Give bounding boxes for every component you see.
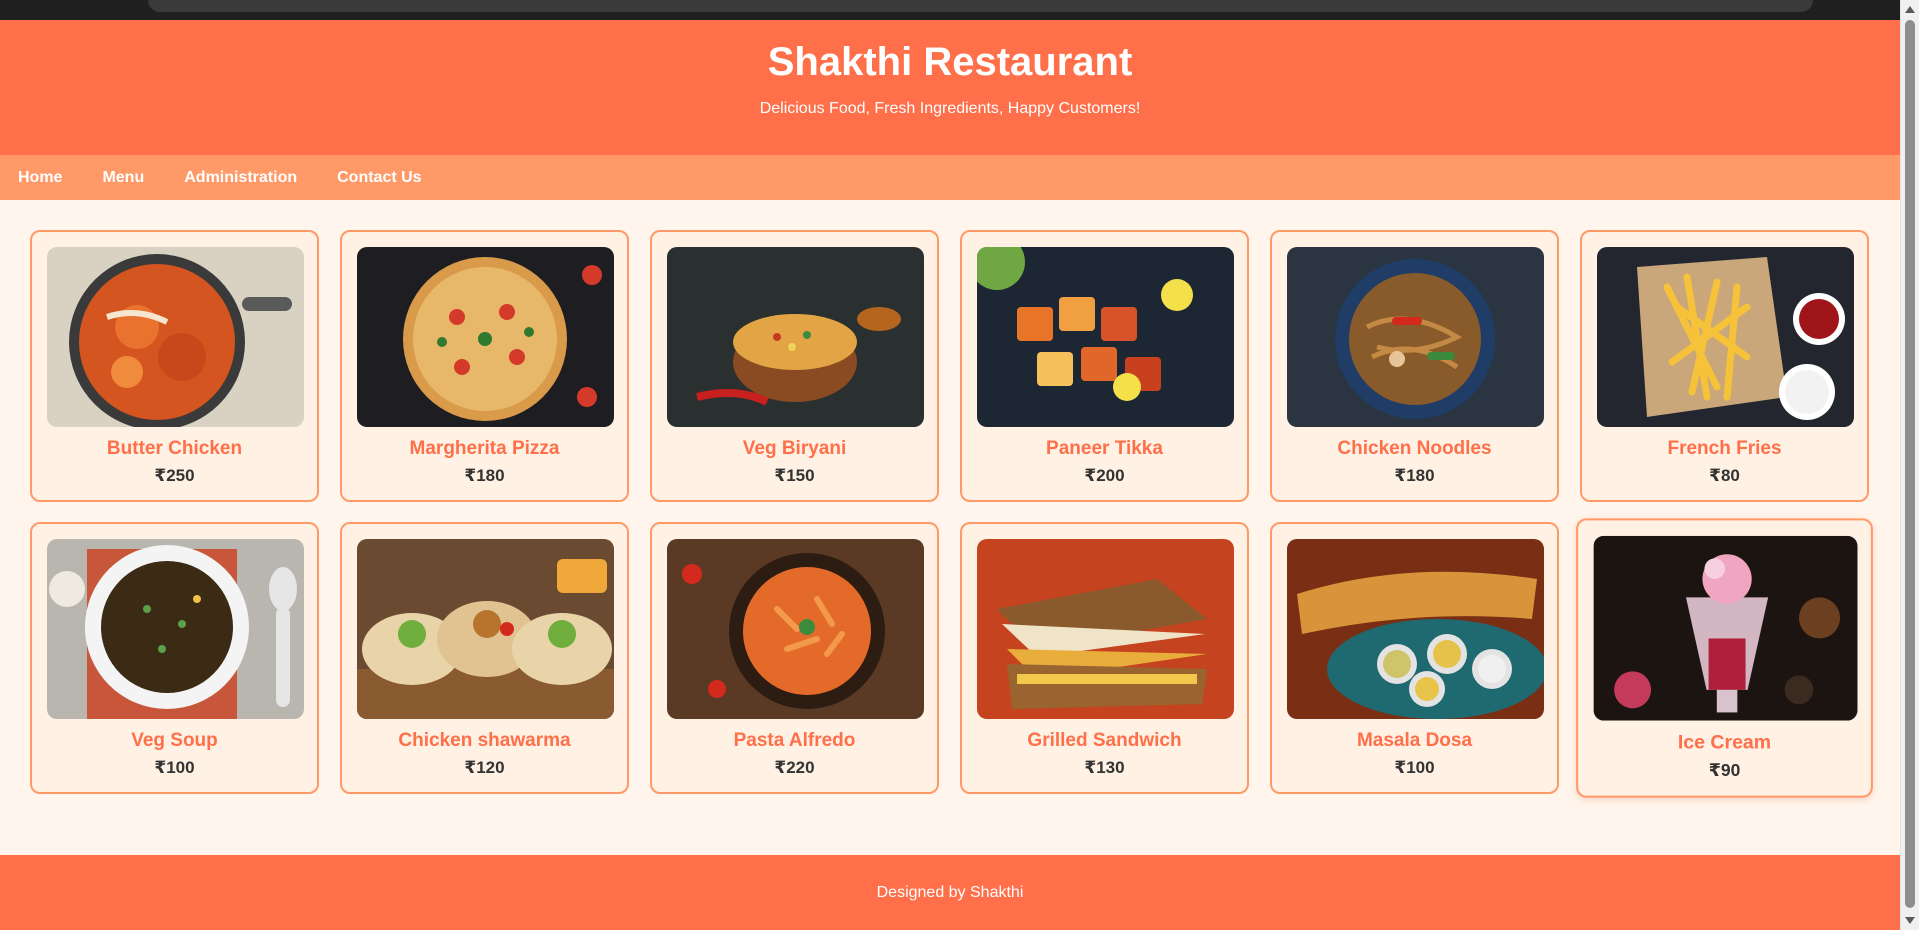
main-nav: Home Menu Administration Contact Us [0, 155, 1900, 200]
item-price: ₹180 [464, 466, 505, 485]
item-name: Masala Dosa [1356, 730, 1473, 751]
item-name: Veg Soup [131, 730, 218, 751]
menu-card-butter-chicken[interactable]: Butter Chicken ₹250 [30, 230, 319, 502]
pasta-alfredo-image [667, 539, 924, 719]
menu-card-masala-dosa[interactable]: Masala Dosa ₹100 [1270, 522, 1559, 794]
site-title: Shakthi Restaurant [767, 40, 1133, 84]
veg-biryani-image [667, 247, 924, 427]
menu-card-ice-cream[interactable]: Ice Cream ₹90 [1576, 518, 1873, 798]
site-footer: Designed by Shakthi [0, 855, 1900, 930]
margherita-pizza-image [357, 247, 614, 427]
butter-chicken-image [47, 247, 304, 427]
item-price: ₹220 [774, 758, 815, 777]
site-subtitle: Delicious Food, Fresh Ingredients, Happy… [759, 100, 1141, 117]
item-price: ₹130 [1084, 758, 1125, 777]
item-price: ₹90 [1708, 760, 1741, 781]
page: Shakthi Restaurant Delicious Food, Fresh… [0, 20, 1900, 930]
item-name: Paneer Tikka [1046, 438, 1163, 459]
chicken-noodles-image [1287, 247, 1544, 427]
menu-card-margherita-pizza[interactable]: Margherita Pizza ₹180 [340, 230, 629, 502]
french-fries-image [1597, 247, 1854, 427]
veg-soup-image [47, 539, 304, 719]
nav-link-home[interactable]: Home [18, 169, 62, 187]
masala-dosa-image [1287, 539, 1544, 719]
menu-card-chicken-noodles[interactable]: Chicken Noodles ₹180 [1270, 230, 1559, 502]
item-name: Ice Cream [1677, 731, 1772, 754]
menu-card-pasta-alfredo[interactable]: Pasta Alfredo ₹220 [650, 522, 939, 794]
grilled-sandwich-image [977, 539, 1234, 719]
menu-card-veg-biryani[interactable]: Veg Biryani ₹150 [650, 230, 939, 502]
scrollbar-thumb[interactable] [1905, 20, 1915, 908]
paneer-tikka-image [977, 247, 1234, 427]
item-price: ₹200 [1084, 466, 1125, 485]
scroll-down-arrow-icon[interactable] [1905, 917, 1915, 924]
item-name: Pasta Alfredo [733, 730, 856, 751]
chicken-shawarma-image [357, 539, 614, 719]
item-price: ₹100 [154, 758, 195, 777]
browser-toolbar [0, 0, 1900, 20]
menu-card-veg-soup[interactable]: Veg Soup ₹100 [30, 522, 319, 794]
item-name: Veg Biryani [742, 438, 847, 459]
item-price: ₹100 [1394, 758, 1435, 777]
scroll-up-arrow-icon[interactable] [1905, 6, 1915, 13]
menu-card-grilled-sandwich[interactable]: Grilled Sandwich ₹130 [960, 522, 1249, 794]
item-name: Grilled Sandwich [1027, 730, 1182, 751]
item-name: French Fries [1667, 438, 1782, 459]
item-name: Butter Chicken [106, 438, 243, 459]
ice-cream-image [1593, 535, 1858, 721]
nav-link-administration[interactable]: Administration [184, 169, 297, 187]
address-bar[interactable] [148, 0, 1813, 12]
item-name: Margherita Pizza [409, 438, 560, 459]
item-price: ₹80 [1709, 466, 1740, 485]
footer-credit: Designed by Shakthi [876, 883, 1024, 901]
menu-card-paneer-tikka[interactable]: Paneer Tikka ₹200 [960, 230, 1249, 502]
menu-card-french-fries[interactable]: French Fries ₹80 [1580, 230, 1869, 502]
item-name: Chicken Noodles [1337, 438, 1492, 459]
item-name: Chicken shawarma [398, 730, 571, 751]
menu-card-chicken-shawarma[interactable]: Chicken shawarma ₹120 [340, 522, 629, 794]
site-header: Shakthi Restaurant Delicious Food, Fresh… [0, 20, 1900, 155]
item-price: ₹180 [1394, 466, 1435, 485]
item-price: ₹250 [154, 466, 195, 485]
nav-link-menu[interactable]: Menu [102, 169, 144, 187]
menu-grid: Butter Chicken ₹250 Margherita Pizza ₹18… [0, 200, 1900, 798]
item-price: ₹150 [774, 466, 815, 485]
page-scrollbar[interactable] [1900, 0, 1919, 930]
item-price: ₹120 [464, 758, 505, 777]
nav-link-contact-us[interactable]: Contact Us [337, 169, 421, 187]
